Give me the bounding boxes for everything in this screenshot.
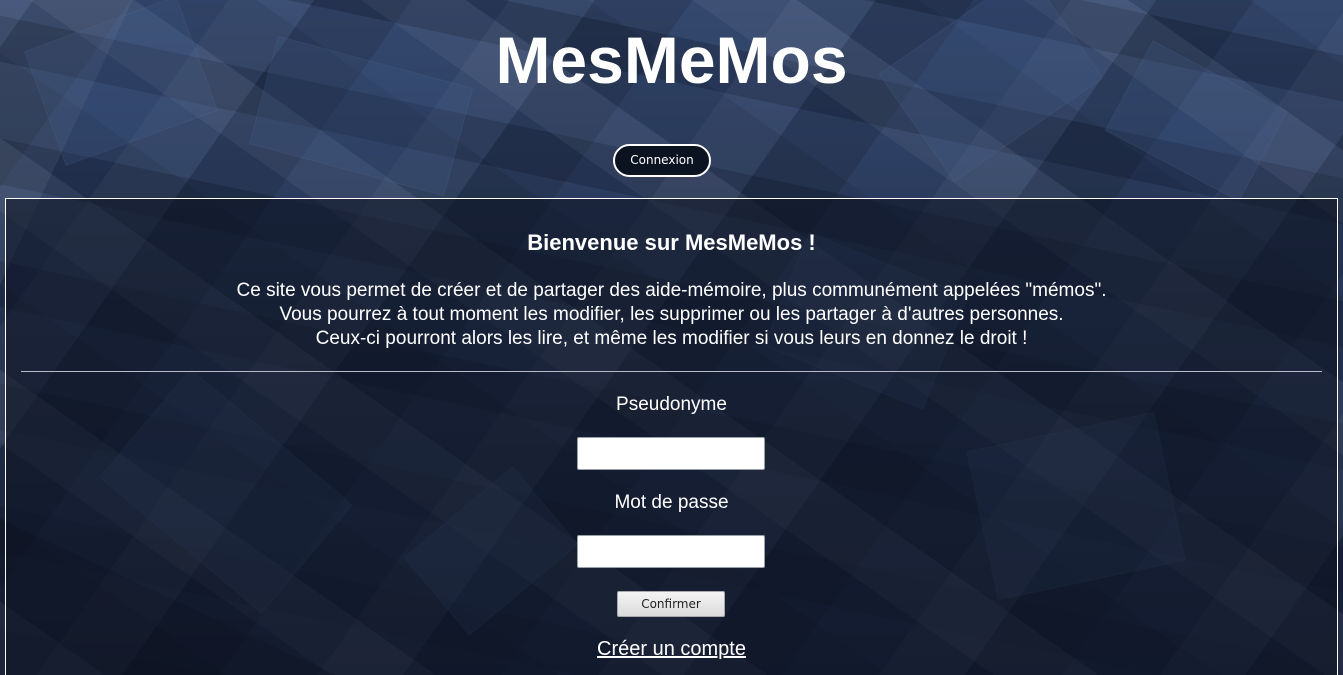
welcome-panel: Bienvenue sur MesMeMos ! Ce site vous pe… — [5, 198, 1338, 675]
intro-line: Ce site vous permet de créer et de parta… — [236, 280, 1107, 301]
intro-line: Vous pourrez à tout moment les modifier,… — [279, 304, 1064, 325]
username-input[interactable] — [577, 437, 765, 470]
connexion-button[interactable]: Connexion — [613, 144, 711, 177]
site-title: MesMeMos — [495, 23, 848, 97]
confirm-button[interactable]: Confirmer — [617, 591, 725, 617]
password-label: Mot de passe — [614, 492, 729, 513]
password-input[interactable] — [577, 535, 765, 568]
create-account-link[interactable]: Créer un compte — [597, 638, 746, 660]
welcome-heading: Bienvenue sur MesMeMos ! — [527, 230, 816, 255]
intro-line: Ceux-ci pourront alors les lire, et même… — [315, 328, 1028, 349]
section-divider — [21, 371, 1322, 372]
intro-text: Ce site vous permet de créer et de parta… — [6, 279, 1337, 351]
username-label: Pseudonyme — [616, 394, 727, 415]
create-account-container: Créer un compte — [6, 637, 1337, 661]
